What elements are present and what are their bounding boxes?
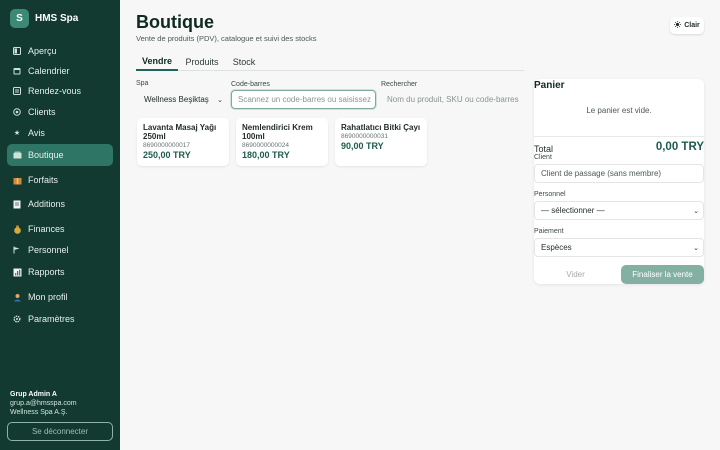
product-name: Lavanta Masaj Yağı 250ml <box>143 123 217 141</box>
sidebar-item-calendrier[interactable]: Calendrier <box>7 60 113 82</box>
search-placeholder: Nom du produit, SKU ou code-barres <box>387 95 519 104</box>
cart-panel: Panier Le panier est vide. Total 0,00 TR… <box>534 79 704 284</box>
sidebar-item-label: Rendez-vous <box>28 86 82 96</box>
search-input[interactable]: Nom du produit, SKU ou code-barres <box>381 90 524 109</box>
cart-empty-message: Le panier est vide. <box>586 106 652 115</box>
product-sku: 8690000000024 <box>242 142 289 149</box>
chart-icon <box>12 267 22 277</box>
finalize-sale-button[interactable]: Finaliser la vente <box>621 265 704 284</box>
payment-label: Paiement <box>534 228 564 235</box>
brand[interactable]: S HMS Spa <box>10 9 78 28</box>
barcode-placeholder: Scannez un code-barres ou saisissez <box>238 95 371 104</box>
sidebar-item-label: Boutique <box>28 150 64 160</box>
barcode-label: Code-barres <box>231 81 270 88</box>
appointments-icon <box>12 86 22 96</box>
sidebar-item-avis[interactable]: ★ Avis <box>7 122 113 144</box>
money-bag-icon <box>12 224 22 234</box>
package-icon <box>12 175 22 185</box>
sidebar-item-label: Forfaits <box>28 175 59 185</box>
sidebar-item-apercu[interactable]: Aperçu <box>7 40 113 62</box>
cart-divider <box>534 136 704 137</box>
product-price: 90,00 TRY <box>341 141 384 151</box>
product-card[interactable]: Rahatlatıcı Bitki Çayı 8690000000031 90,… <box>335 118 427 166</box>
page-title: Boutique <box>136 12 214 32</box>
total-label: Total <box>534 144 554 154</box>
product-sku: 8690000000017 <box>143 142 190 149</box>
chevron-down-icon: ⌄ <box>693 244 699 252</box>
payment-select[interactable]: Espèces ⌄ <box>534 238 704 257</box>
chevron-down-icon: ⌄ <box>693 207 699 215</box>
sidebar-item-clients[interactable]: Clients <box>7 101 113 123</box>
sidebar-item-label: Mon profil <box>28 292 68 302</box>
brand-name: HMS Spa <box>35 13 79 24</box>
flag-icon <box>12 245 22 255</box>
user-org: Wellness Spa A.Ş. <box>10 409 68 416</box>
sidebar-item-label: Finances <box>28 224 65 234</box>
sidebar-item-label: Calendrier <box>28 66 70 76</box>
sidebar: S HMS Spa Aperçu Calendrier Rendez-vous <box>0 0 120 450</box>
client-label: Client <box>534 154 552 161</box>
product-card[interactable]: Lavanta Masaj Yağı 250ml 8690000000017 2… <box>137 118 229 166</box>
sidebar-item-label: Personnel <box>28 245 69 255</box>
staff-select[interactable]: — sélectionner — ⌄ <box>534 201 704 220</box>
sidebar-item-label: Clients <box>28 107 56 117</box>
page-subtitle: Vente de produits (PDV), catalogue et su… <box>136 34 317 43</box>
tab-bar: Vendre Produits Stock <box>136 53 524 71</box>
sidebar-item-label: Rapports <box>28 267 65 277</box>
product-price: 180,00 TRY <box>242 150 290 160</box>
product-price: 250,00 TRY <box>143 150 191 160</box>
receipt-icon <box>12 199 22 209</box>
user-name: Grup Admin A <box>10 391 57 398</box>
sidebar-item-parametres[interactable]: Paramètres <box>7 308 113 330</box>
brand-logo: S <box>10 9 29 28</box>
shop-icon <box>12 150 22 160</box>
tab-produits[interactable]: Produits <box>182 53 222 71</box>
sidebar-item-label: Avis <box>28 128 45 138</box>
total-value: 0,00 TRY <box>655 141 704 153</box>
sidebar-item-rendez-vous[interactable]: Rendez-vous <box>7 80 113 102</box>
client-input[interactable]: Client de passage (sans membre) <box>534 164 704 183</box>
spa-select-value: Wellness Beşiktaş <box>144 95 209 104</box>
theme-toggle-button[interactable]: Clair <box>670 17 704 34</box>
sidebar-item-forfaits[interactable]: Forfaits <box>7 169 113 191</box>
sidebar-item-rapports[interactable]: Rapports <box>7 261 113 283</box>
calendar-icon <box>12 66 22 76</box>
payment-select-value: Espèces <box>541 243 572 252</box>
spa-label: Spa <box>136 80 149 87</box>
sidebar-item-finances[interactable]: Finances <box>7 218 113 240</box>
logout-button[interactable]: Se déconnecter <box>7 422 113 441</box>
product-name: Nemlendirici Krem 100ml <box>242 123 313 141</box>
user-email: grup.a@hmsspa.com <box>10 400 77 407</box>
clear-cart-button[interactable]: Vider <box>534 265 617 284</box>
clients-icon <box>12 107 22 117</box>
sidebar-item-boutique[interactable]: Boutique <box>7 144 113 166</box>
tab-vendre[interactable]: Vendre <box>136 53 178 71</box>
theme-label: Clair <box>684 22 700 29</box>
chevron-down-icon: ⌄ <box>217 96 223 104</box>
staff-label: Personnel <box>534 191 566 198</box>
product-sku: 8690000000031 <box>341 133 388 140</box>
barcode-input[interactable]: Scannez un code-barres ou saisissez <box>231 90 376 109</box>
cart-actions: Vider Finaliser la vente <box>534 265 704 284</box>
sidebar-item-label: Additions <box>28 199 66 209</box>
sidebar-item-mon-profil[interactable]: Mon profil <box>7 286 113 308</box>
sidebar-item-label: Paramètres <box>28 314 75 324</box>
sun-icon <box>674 21 682 30</box>
sidebar-item-label: Aperçu <box>28 46 57 56</box>
gear-icon <box>12 314 22 324</box>
user-icon <box>12 292 22 302</box>
product-card[interactable]: Nemlendirici Krem 100ml 8690000000024 18… <box>236 118 328 166</box>
product-name: Rahatlatıcı Bitki Çayı <box>341 123 421 132</box>
cart-title: Panier <box>534 80 565 91</box>
spa-select[interactable]: Wellness Beşiktaş ⌄ <box>136 90 227 109</box>
client-placeholder: Client de passage (sans membre) <box>541 169 662 178</box>
search-label: Rechercher <box>381 81 418 88</box>
user-info: Grup Admin A grup.a@hmsspa.com Wellness … <box>10 390 77 417</box>
star-icon: ★ <box>13 130 21 137</box>
tab-stock[interactable]: Stock <box>228 53 260 71</box>
sidebar-item-additions[interactable]: Additions <box>7 193 113 215</box>
dashboard-icon <box>12 46 22 56</box>
sidebar-item-personnel[interactable]: Personnel <box>7 239 113 261</box>
staff-select-value: — sélectionner — <box>541 206 605 215</box>
